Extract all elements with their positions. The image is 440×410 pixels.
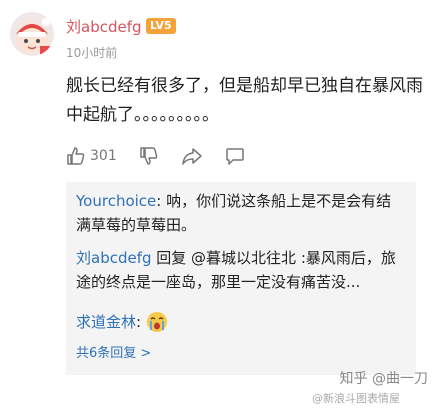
- user-avatar[interactable]: [10, 12, 54, 56]
- zhihu-watermark: 知乎 @曲一刀: [339, 371, 428, 387]
- reply-author[interactable]: 刘abcdefg: [76, 249, 152, 267]
- like-button[interactable]: 301: [66, 146, 117, 166]
- comment-time: 10小时前: [66, 46, 118, 60]
- thumbs-up-icon: [67, 147, 85, 165]
- dislike-button[interactable]: [139, 146, 159, 166]
- reply-author[interactable]: Yourchoice: [76, 192, 156, 210]
- comment-icon: [225, 148, 244, 165]
- thumbs-down-icon: [139, 147, 158, 165]
- comment-actions: 301: [66, 145, 267, 167]
- crying-emoji-icon: [147, 312, 168, 332]
- reply-button[interactable]: [225, 146, 245, 166]
- reply-text: :: [136, 313, 142, 331]
- comment-content: 舰长已经有很多了，但是船却早已独自在暴风雨中起航了。。。。。。。。。: [66, 76, 423, 125]
- reply-item: Yourchoice: 呐，你们说这条船上是不是会有结满草莓的草莓田。: [76, 189, 406, 237]
- weibo-watermark: @新浪斗图表情屋: [312, 392, 400, 405]
- reply-author[interactable]: 求道金林: [76, 310, 136, 334]
- share-icon: [181, 148, 202, 165]
- reply-item: 求道金林:: [76, 310, 406, 334]
- view-all-replies-link[interactable]: 共6条回复 >: [76, 342, 151, 361]
- like-count: 301: [90, 148, 117, 164]
- comment-username[interactable]: 刘abcdefg: [66, 16, 142, 37]
- level-badge: LV5: [146, 18, 176, 34]
- avatar-illustration: [16, 18, 50, 54]
- reply-preview-box[interactable]: Yourchoice: 呐，你们说这条船上是不是会有结满草莓的草莓田。 刘abc…: [66, 182, 416, 375]
- share-button[interactable]: [181, 146, 203, 166]
- reply-item: 刘abcdefg 回复 @暮城以北往北 :暴风雨后，旅途的终点是一座岛，那里一定…: [76, 246, 406, 294]
